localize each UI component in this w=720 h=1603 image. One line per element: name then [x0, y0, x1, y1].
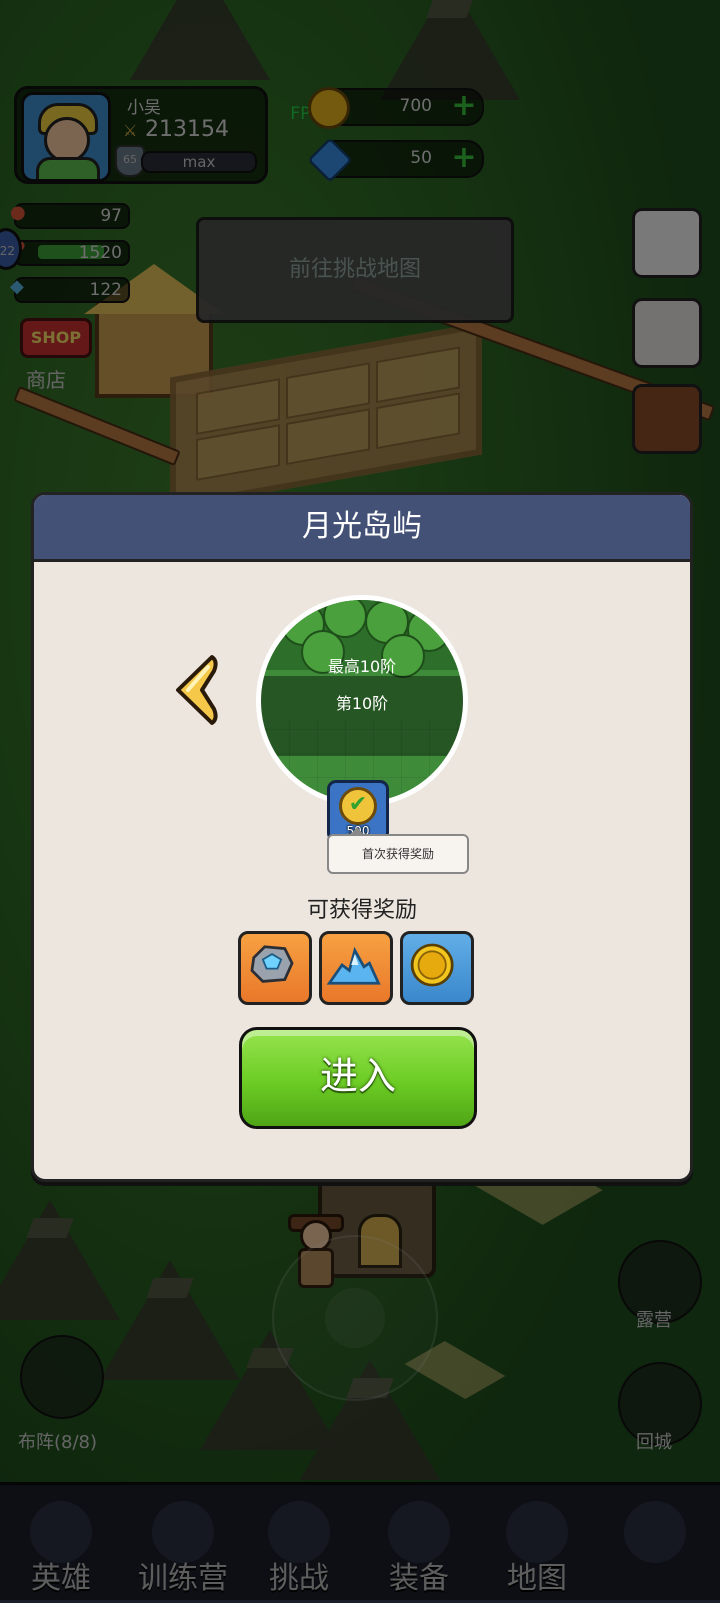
gold-coin-icon: [410, 943, 454, 987]
current-stage-label: 第10阶: [335, 694, 389, 713]
first-reward-tooltip: 首次获得奖励: [327, 827, 469, 874]
reward-gold-coin[interactable]: [400, 931, 474, 1005]
dialog-title: 月光岛屿: [34, 495, 690, 562]
previous-map-arrow-icon[interactable]: [172, 653, 218, 727]
rewards-title: 可获得奖励: [306, 898, 417, 923]
reward-stone[interactable]: [238, 931, 312, 1005]
max-stage-label: 最高10阶: [327, 657, 397, 676]
crystal-pile-icon: [326, 946, 381, 985]
map-preview: 最高10阶 第10阶: [256, 595, 468, 807]
stage-select-dialog: 月光岛屿 最高10阶 第10阶 ✔ 500 首次获得奖励 可获得奖励: [31, 492, 693, 1182]
stone-icon: [250, 945, 294, 983]
stage-info-band: [261, 676, 463, 756]
reward-crystal-pile[interactable]: [319, 931, 393, 1005]
checkmark-coin-icon: ✔: [339, 787, 377, 825]
enter-button[interactable]: 进入: [239, 1027, 477, 1129]
